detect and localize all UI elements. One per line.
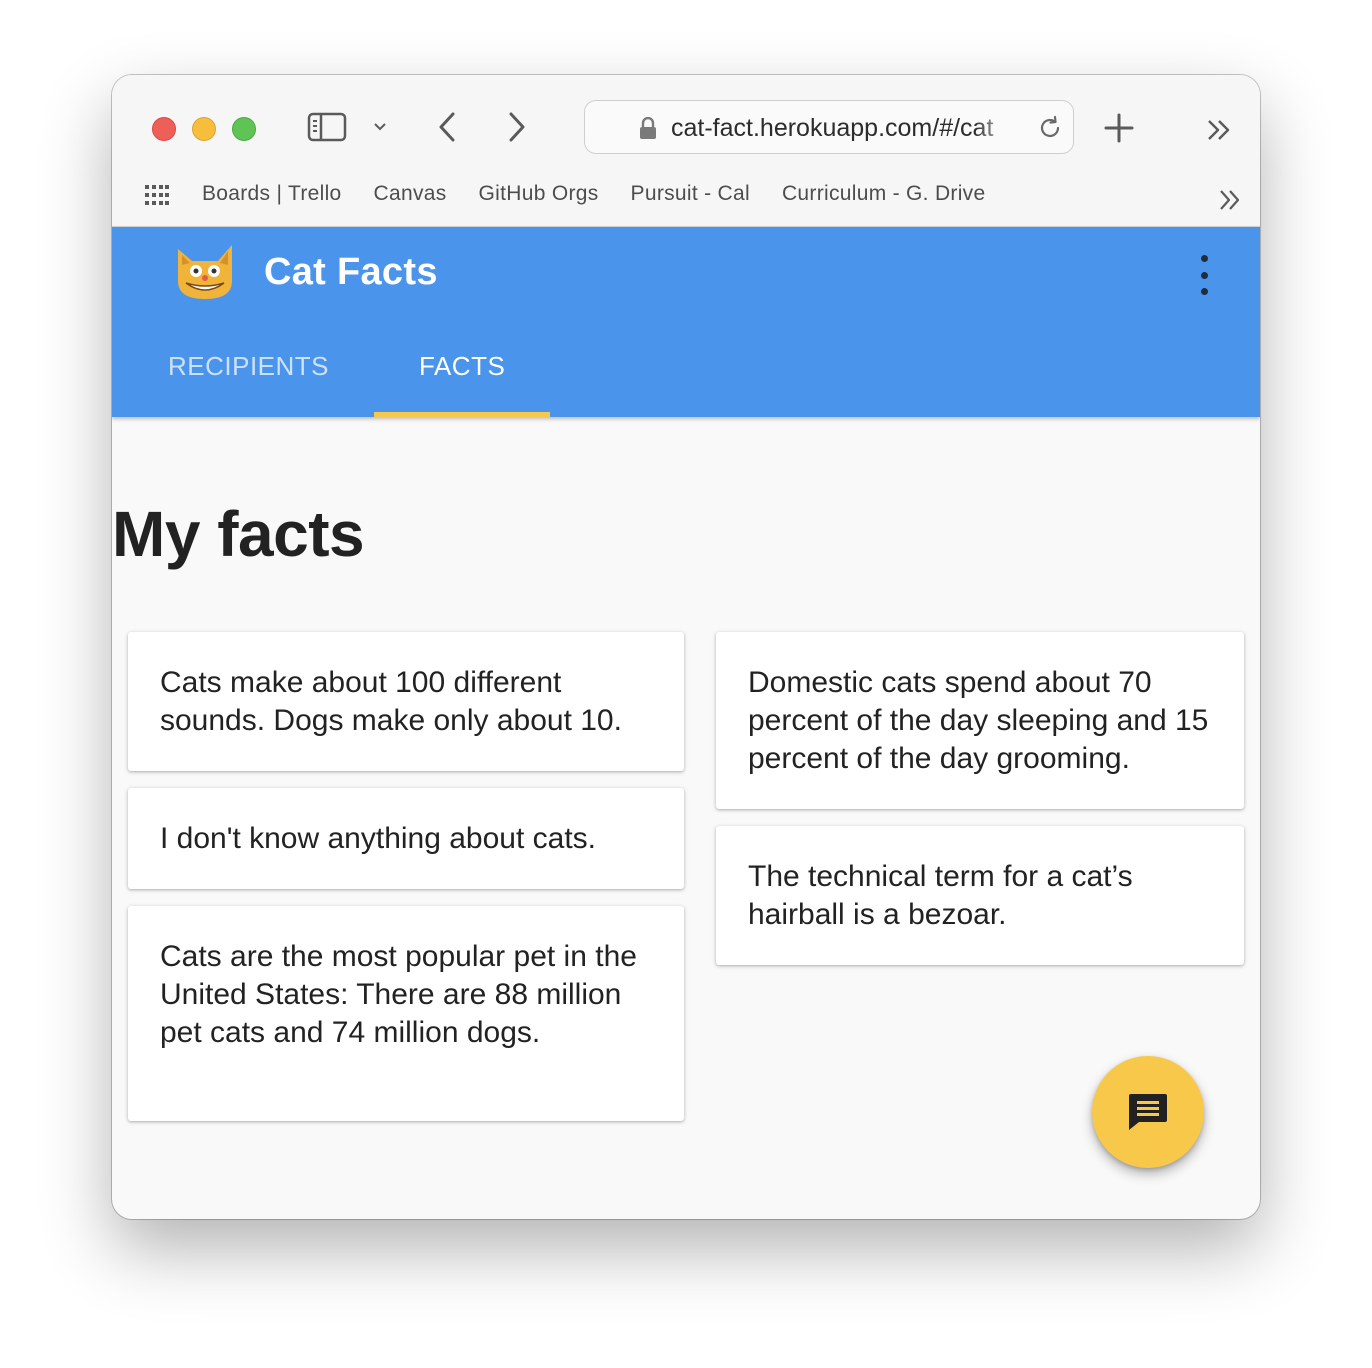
address-bar[interactable]: cat-fact.herokuapp.com/#/cat bbox=[584, 100, 1074, 154]
fact-text: Cats make about 100 different sounds. Do… bbox=[160, 666, 622, 737]
tab-recipients[interactable]: RECIPIENTS bbox=[168, 351, 329, 382]
active-tab-indicator bbox=[374, 412, 550, 417]
browser-window: cat-fact.herokuapp.com/#/cat Boards | Tr… bbox=[112, 75, 1260, 1219]
chevron-down-icon[interactable] bbox=[370, 117, 390, 137]
chat-message-icon bbox=[1129, 1094, 1167, 1130]
app-bar: Cat Facts RECIPIENTS FACTS bbox=[112, 227, 1260, 417]
chat-fab-button[interactable] bbox=[1092, 1056, 1204, 1168]
new-tab-plus-icon[interactable] bbox=[1102, 111, 1136, 145]
fact-card: Domestic cats spend about 70 percent of … bbox=[716, 632, 1244, 809]
apps-grid-icon[interactable] bbox=[145, 185, 169, 205]
fact-text: I don't know anything about cats. bbox=[160, 822, 597, 855]
forward-arrow-icon[interactable] bbox=[502, 109, 532, 145]
minimize-window-button[interactable] bbox=[192, 117, 216, 141]
fact-card: Cats are the most popular pet in the Uni… bbox=[128, 906, 684, 1121]
page-title: My facts bbox=[112, 498, 365, 570]
fact-text: The technical term for a cat’s hairball … bbox=[748, 860, 1133, 931]
close-window-button[interactable] bbox=[152, 117, 176, 141]
fact-text: Cats are the most popular pet in the Uni… bbox=[160, 940, 637, 1049]
bookmarks-overflow-icon[interactable] bbox=[1216, 187, 1244, 213]
browser-toolbar: cat-fact.herokuapp.com/#/cat Boards | Tr… bbox=[112, 75, 1260, 227]
reload-icon[interactable] bbox=[1037, 115, 1063, 141]
tab-facts[interactable]: FACTS bbox=[419, 351, 505, 382]
bookmarks-bar: Boards | Trello Canvas GitHub Orgs Pursu… bbox=[202, 182, 1017, 206]
double-chevron-right-icon[interactable] bbox=[1204, 115, 1234, 145]
url-text[interactable]: cat-fact.herokuapp.com/#/cat bbox=[671, 114, 1016, 142]
zoom-window-button[interactable] bbox=[232, 117, 256, 141]
fact-text: Domestic cats spend about 70 percent of … bbox=[748, 666, 1209, 775]
more-vert-icon[interactable] bbox=[1192, 255, 1216, 295]
back-arrow-icon[interactable] bbox=[432, 109, 462, 145]
bookmark-item[interactable]: Curriculum - G. Drive bbox=[782, 182, 985, 206]
lock-icon bbox=[639, 116, 657, 139]
bookmark-item[interactable]: GitHub Orgs bbox=[479, 182, 599, 206]
bookmark-item[interactable]: Canvas bbox=[374, 182, 447, 206]
bookmark-item[interactable]: Boards | Trello bbox=[202, 182, 342, 206]
fact-card: I don't know anything about cats. bbox=[128, 788, 684, 889]
fact-card: Cats make about 100 different sounds. Do… bbox=[128, 632, 684, 771]
sidebar-toggle-icon[interactable] bbox=[307, 111, 347, 143]
bookmark-item[interactable]: Pursuit - Cal bbox=[631, 182, 750, 206]
fact-card: The technical term for a cat’s hairball … bbox=[716, 826, 1244, 965]
cat-logo-icon bbox=[172, 241, 238, 303]
app-title: Cat Facts bbox=[264, 251, 438, 293]
